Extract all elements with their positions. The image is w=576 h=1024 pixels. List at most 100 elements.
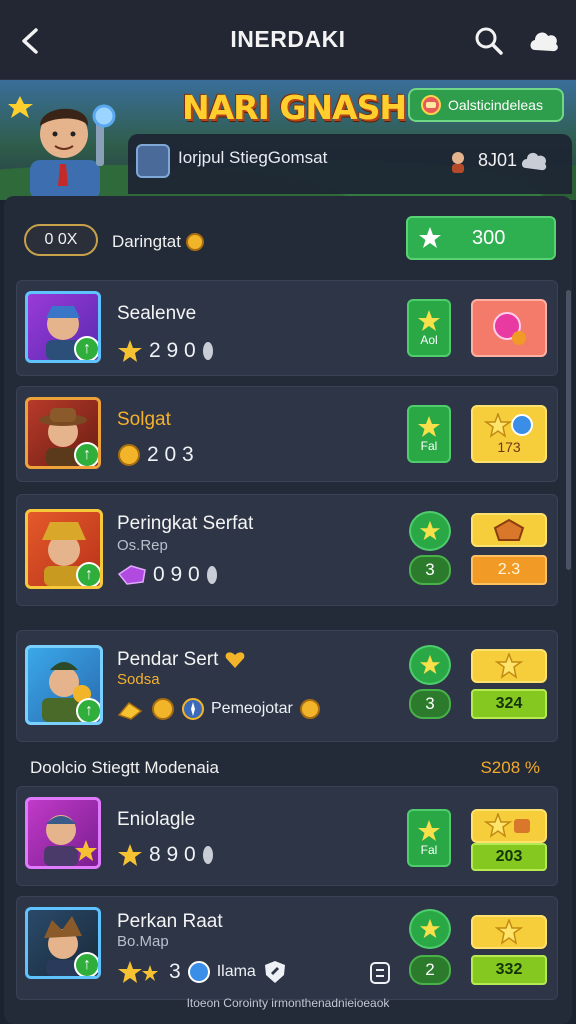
mini-character-icon [452,152,464,173]
list-item[interactable]: ↑ Sealenve 2 9 0 Aol [16,280,558,376]
document-icon[interactable] [369,961,391,985]
stars-icon [118,844,142,866]
chest-icon [493,518,525,541]
reward-chest-button[interactable] [471,513,547,547]
reward-star-button[interactable] [471,915,547,949]
coin-icon [118,444,140,466]
avatar: ↑ [25,291,101,363]
avatar: ↑ [25,397,101,469]
star-icon [418,310,440,331]
total-stars-button[interactable]: 300 [406,216,556,260]
player-name: Pendar Sert [117,649,246,671]
star-button[interactable]: Fal [407,809,451,867]
list-item[interactable]: ↑ Pendar Sert Sodsa Pemeojotar 3 324 [16,630,558,742]
player-subtitle: Sodsa [117,671,160,688]
section-header: Doolcio Stiegtt Modenaia S208 % [18,756,558,786]
section-value: S208 % [480,758,540,777]
stars-icon [118,961,158,983]
upgrade-icon: ↑ [76,562,100,586]
ranking-label: Daringtat [112,232,181,251]
list-item[interactable]: ↑ Perkan Raat Bo.Map 3 Ilama 2 332 [16,896,558,1000]
gem-icon [206,566,217,584]
player-stat: 8 9 0 [117,843,214,867]
player-stat: 3 Ilama [117,959,288,985]
reward-value-bar: 332 [471,955,547,985]
cloud-icon[interactable] [528,26,560,56]
star-icon [419,918,441,939]
list-item[interactable]: Eniolagle 8 9 0 Fal 203 [16,786,558,886]
total-stars-value: 300 [472,226,506,249]
upgrade-icon: ↑ [74,952,98,976]
rank-count: 3 [409,555,451,585]
player-stat: 2 9 0 [117,339,214,363]
star-icon [495,919,523,945]
section-title: Doolcio Stiegtt Modenaia [30,758,220,777]
badge-icon [421,95,441,115]
level-pill[interactable]: 0 0X [24,224,98,256]
search-icon[interactable] [474,26,504,56]
leaderboard-panel: 0 0X Daringtat 300 ↑ Sealenve 2 9 0 Aol [4,196,572,1024]
back-arrow-icon[interactable] [18,26,44,56]
coins-icon [117,702,143,720]
gem-reward-icon [493,312,526,345]
star-button[interactable]: Fal [407,405,451,463]
coin-icon [185,233,204,251]
top-bar: INERDAKI [0,0,576,80]
reward-star-button[interactable] [471,649,547,683]
list-item[interactable]: ↑ Solgat 2 0 3 Fal 173 [16,386,558,482]
star-icon [419,227,441,248]
ranking-label-wrap: Daringtat [112,232,205,252]
avatar-icon[interactable] [136,144,170,178]
reward-button[interactable] [471,299,547,357]
profile-strip: Iorjpul StiegGomsat 8J01 [128,134,572,194]
page-title: INERDAKI [230,26,346,52]
profile-strip-text: Iorjpul StiegGomsat [178,148,328,167]
rank-count: 3 [409,689,451,719]
player-stat: Pemeojotar [117,697,321,721]
star-reward-icon [484,413,533,438]
star-icon [419,654,441,675]
scrollbar[interactable] [566,290,571,570]
upgrade-icon: ↑ [76,698,100,722]
player-name: Perkan Raat [117,911,223,932]
star-icon [495,653,523,679]
star-button[interactable]: Aol [407,299,451,357]
star-button[interactable] [409,511,451,551]
rank-count: 2 [409,955,451,985]
star-icon [419,520,441,541]
compass-icon [182,698,204,720]
hero-character-illustration [8,96,116,198]
gem-icon [202,846,213,864]
footer-note: Itoeon Corointy irmonthenadnieioeaok [186,996,390,1010]
profile-strip-value: 8J01 [478,150,518,170]
star-button[interactable] [409,909,451,949]
game-title: NARI GNASH! [182,88,421,127]
player-stat: 2 0 3 [117,443,194,467]
coin-icon [152,698,174,720]
reward-value-bar: 2.3 [471,555,547,585]
reward-value-bar: 324 [471,689,547,719]
avatar [25,797,101,869]
star-chest-icon [484,813,530,838]
summary-row: 0 0X Daringtat 300 [24,216,560,260]
heart-badge-icon [226,652,245,668]
reward-chest-button[interactable] [471,809,547,843]
banner-button-label: Oalsticindeleas [448,97,543,113]
avatar: ↑ [25,907,101,979]
upgrade-icon: ↑ [74,336,98,360]
player-name: Sealenve [117,303,197,324]
player-name: Peringkat Serfat [117,513,254,534]
star-button[interactable] [409,645,451,685]
player-stat: 0 9 0 [117,563,218,587]
banner-action-button[interactable]: Oalsticindeleas [408,88,564,122]
player-name: Eniolagle [117,809,196,830]
reward-button[interactable]: 173 [471,405,547,463]
list-item[interactable]: ↑ Peringkat Serfat Os.Rep 0 9 0 3 2.3 [16,494,558,606]
compass-icon [187,961,210,983]
crystal-icon [117,565,146,585]
avatar: ↑ [25,645,103,725]
upgrade-icon: ↑ [74,442,98,466]
star-icon [418,820,440,841]
star-icon [418,416,440,437]
player-name: Solgat [117,409,171,430]
